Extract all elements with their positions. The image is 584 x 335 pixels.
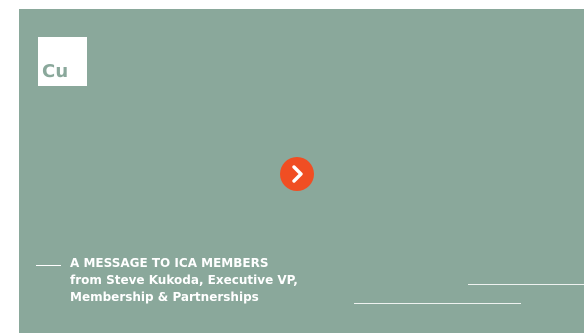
video-caption: A MESSAGE TO ICA MEMBERS from Steve Kuko… (70, 255, 370, 306)
decorative-line (354, 303, 521, 304)
caption-author: from Steve Kukoda, Executive VP, (70, 273, 298, 287)
logo-text: Cu (42, 61, 69, 82)
caption-role: Membership & Partnerships (70, 290, 259, 304)
decorative-line (468, 284, 584, 285)
chevron-right-icon (292, 165, 303, 183)
play-button[interactable] (280, 157, 314, 191)
video-thumbnail[interactable]: Cu A MESSAGE TO ICA MEMBERS from Steve K… (19, 9, 584, 333)
copper-logo: Cu (38, 37, 87, 86)
video-frame: Cu A MESSAGE TO ICA MEMBERS from Steve K… (0, 0, 584, 335)
caption-rule (36, 265, 61, 266)
caption-title: A MESSAGE TO ICA MEMBERS (70, 256, 269, 270)
